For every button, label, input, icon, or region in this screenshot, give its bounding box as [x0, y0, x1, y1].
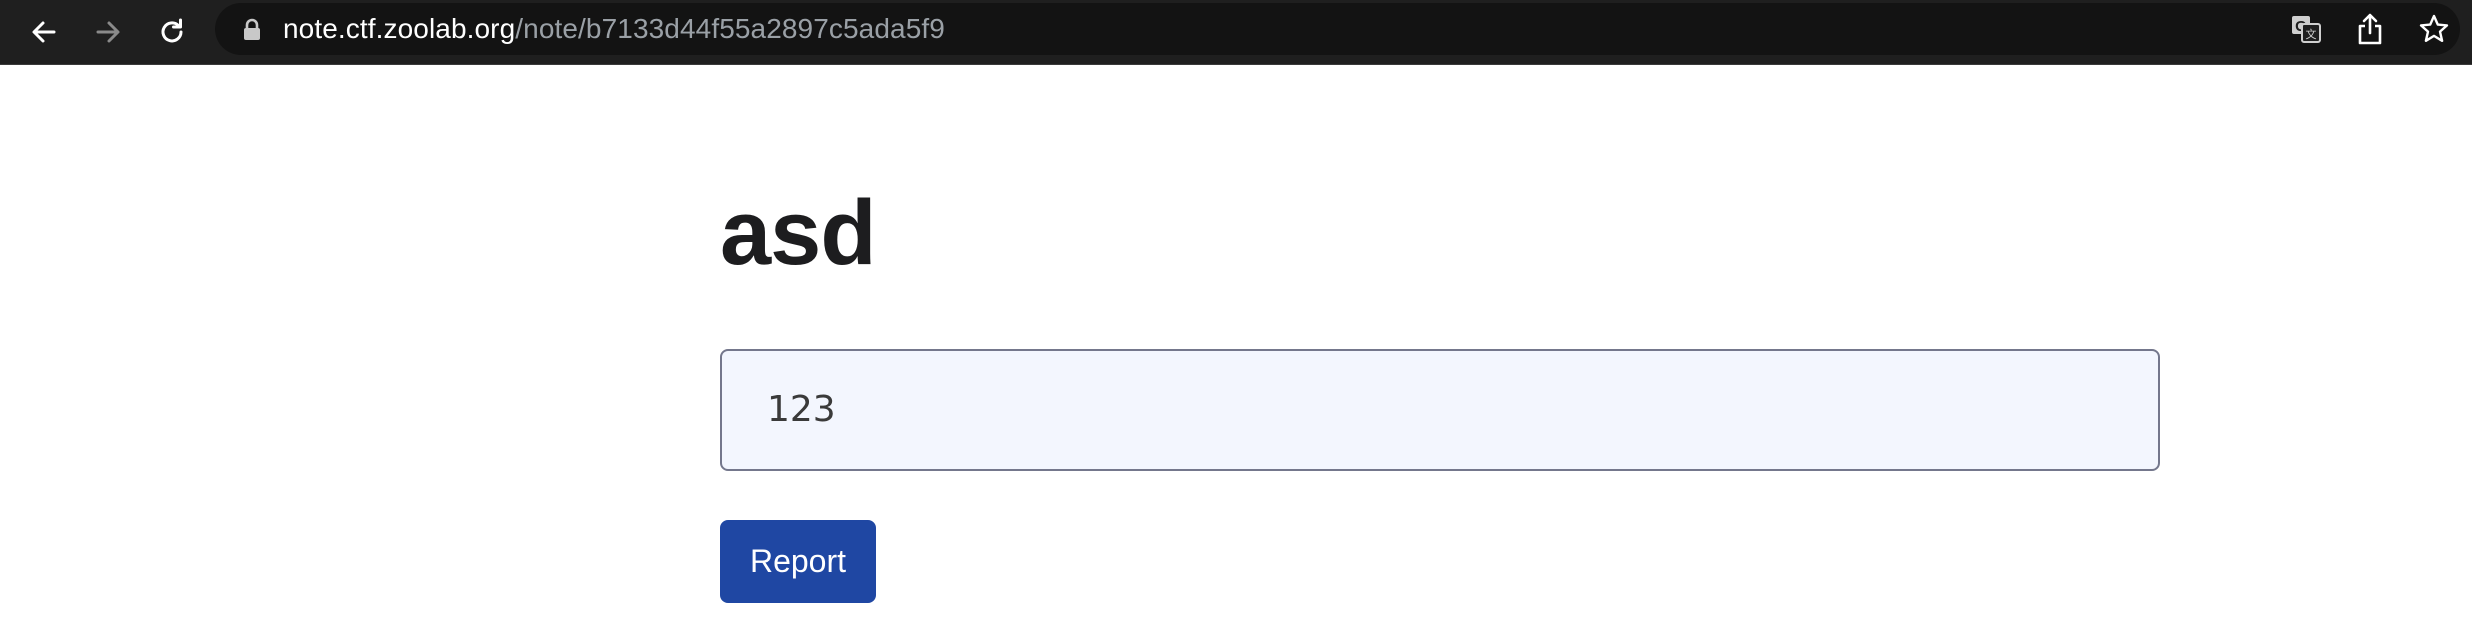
lock-icon[interactable]	[241, 18, 263, 42]
url-host: note.ctf.zoolab.org	[283, 13, 516, 44]
share-icon	[2358, 13, 2382, 45]
browser-toolbar: note.ctf.zoolab.org/note/b7133d44f55a289…	[0, 0, 2472, 65]
reload-button[interactable]	[148, 8, 196, 56]
note-body-field[interactable]: 123	[720, 349, 2160, 471]
reload-icon	[161, 18, 183, 43]
bookmark-button[interactable]	[2414, 9, 2454, 49]
url-path: /note/b7133d44f55a2897c5ada5f9	[515, 13, 945, 44]
forward-arrow-icon	[96, 21, 120, 43]
translate-button[interactable]: G 文	[2286, 9, 2326, 49]
report-button[interactable]: Report	[720, 520, 876, 603]
forward-button[interactable]	[84, 8, 132, 56]
svg-text:文: 文	[2306, 27, 2317, 41]
share-button[interactable]	[2350, 9, 2390, 49]
note-title: asd	[720, 182, 877, 284]
back-button[interactable]	[20, 8, 68, 56]
address-bar[interactable]: note.ctf.zoolab.org/note/b7133d44f55a289…	[215, 3, 2460, 55]
back-arrow-icon	[32, 21, 56, 43]
bookmark-star-icon	[2419, 14, 2449, 42]
translate-icon: G 文	[2292, 16, 2321, 43]
url-text[interactable]: note.ctf.zoolab.org/note/b7133d44f55a289…	[283, 3, 945, 55]
